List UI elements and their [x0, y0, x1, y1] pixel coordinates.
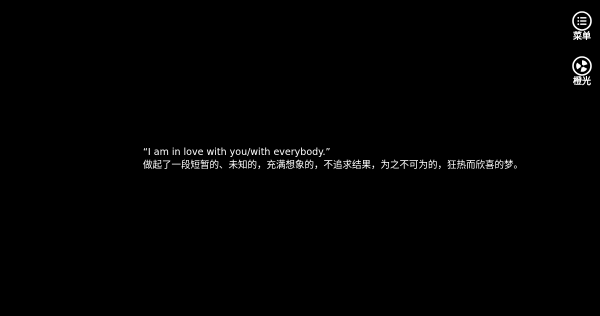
dialogue-text: “I am in love with you/with everybody.” …: [143, 146, 583, 172]
orange-light-label: 橙光: [572, 77, 591, 87]
chinese-narration: 做起了一段短暂的、未知的，充满想象的，不追求结果，为之不可为的，狂热而欣喜的梦。: [143, 160, 524, 171]
menu-button[interactable]: 菜单: [569, 11, 595, 43]
english-quote: “I am in love with you/with everybody.”: [143, 147, 331, 158]
orange-light-logo-icon: [572, 56, 592, 76]
orange-light-button[interactable]: 橙光: [569, 56, 595, 88]
menu-list-icon: [572, 11, 592, 31]
menu-label: 菜单: [572, 32, 591, 42]
